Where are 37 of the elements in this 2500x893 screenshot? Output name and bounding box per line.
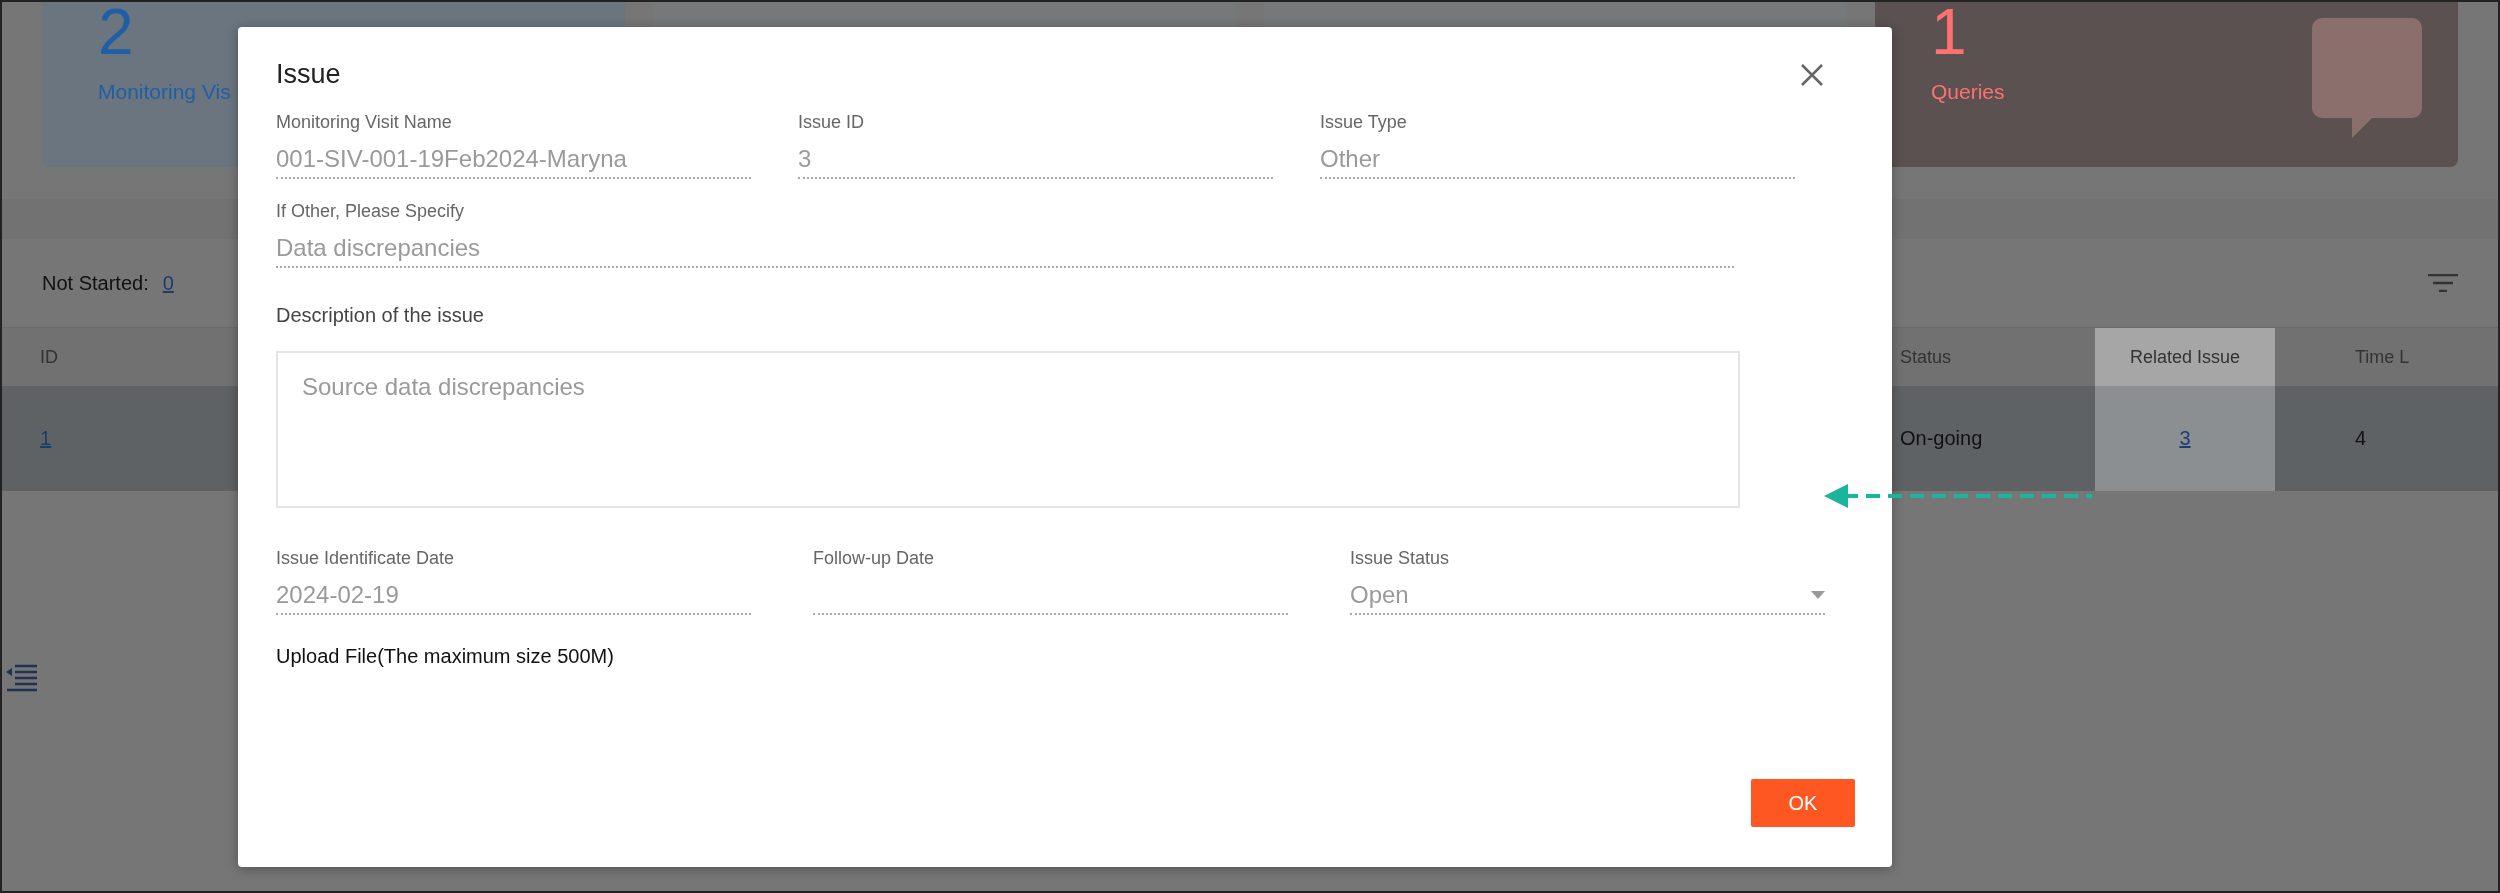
card-value: 2 bbox=[98, 2, 135, 68]
ok-button[interactable]: OK bbox=[1751, 779, 1855, 827]
column-header[interactable]: Related Issue bbox=[2095, 328, 2275, 386]
cell-link[interactable]: 1 bbox=[40, 427, 52, 450]
text-field[interactable]: Other bbox=[1320, 141, 1795, 179]
question-bubble-icon bbox=[2312, 18, 2422, 138]
card-label: Queries bbox=[1931, 80, 2006, 104]
description-field[interactable]: Source data discrepancies bbox=[276, 351, 1740, 508]
select-field[interactable]: Open bbox=[1350, 577, 1825, 615]
field-label: If Other, Please Specify bbox=[276, 201, 466, 222]
collapse-sidebar-icon[interactable] bbox=[6, 662, 38, 692]
field-label: Issue ID bbox=[798, 112, 866, 133]
status-count-link[interactable]: 0 bbox=[162, 271, 174, 295]
cell-text: On-going bbox=[1900, 427, 1983, 450]
field-label: Issue Identificate Date bbox=[276, 548, 456, 569]
cell-link[interactable]: 3 bbox=[2179, 427, 2191, 450]
field-label: Follow-up Date bbox=[813, 548, 936, 569]
field-label: Issue Status bbox=[1350, 548, 1451, 569]
dialog-title: Issue bbox=[276, 59, 341, 90]
dropdown-caret-icon bbox=[1811, 591, 1825, 599]
upload-label: Upload File(The maximum size 500M) bbox=[276, 645, 615, 668]
cell-text: 4 bbox=[2355, 427, 2367, 450]
text-field[interactable]: Data discrepancies bbox=[276, 230, 1734, 268]
status-count-label: Not Started: bbox=[42, 271, 149, 295]
column-header[interactable]: Status bbox=[1900, 328, 2095, 386]
close-button[interactable] bbox=[1800, 62, 1824, 87]
field-label: Issue Type bbox=[1320, 112, 1408, 133]
field-label: Description of the issue bbox=[276, 304, 485, 327]
column-header[interactable]: Time L bbox=[2275, 328, 2498, 386]
text-field[interactable]: 001-SIV-001-19Feb2024-Maryna bbox=[276, 141, 751, 179]
card-value: 1 bbox=[1931, 2, 1968, 68]
summary-card[interactable]: 1 Queries bbox=[1875, 2, 2458, 167]
card-label: Monitoring Vis bbox=[98, 80, 232, 104]
filter-icon[interactable] bbox=[2428, 274, 2458, 292]
text-field[interactable]: 2024-02-19 bbox=[276, 577, 751, 615]
text-field[interactable]: 3 bbox=[798, 141, 1273, 179]
field-label: Monitoring Visit Name bbox=[276, 112, 453, 133]
